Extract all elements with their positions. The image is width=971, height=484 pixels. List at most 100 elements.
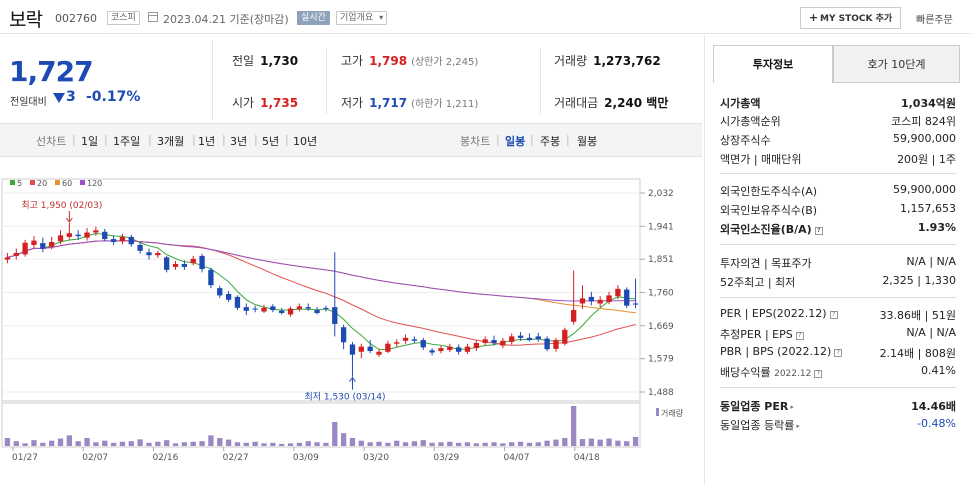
stat-open: 시가 1,735: [232, 96, 299, 110]
volume-bar: [447, 441, 453, 446]
info-pbr: PBR | BPS (2022.12)? 2.14배 | 808원: [720, 345, 956, 360]
candle-body: [509, 336, 515, 342]
candle-body: [13, 252, 19, 256]
candle-body: [75, 234, 81, 237]
candle-body: [385, 343, 391, 352]
period-3y[interactable]: 3년: [230, 133, 247, 149]
info-industry-per[interactable]: 동일업종 PER ▸ 14.46배: [720, 398, 956, 414]
stock-code: 002760: [55, 12, 97, 25]
volume-bar: [164, 440, 170, 446]
candle-body: [217, 288, 223, 296]
y-axis-labels: 2,032 1,941 1,851 1,760 1,669 1,579 1,488: [648, 189, 674, 398]
volume-bar: [119, 441, 126, 446]
info-cap-rank: 시가총액순위 코스피 824위: [720, 115, 956, 128]
ma-legend-label: 20: [37, 179, 47, 188]
volume-bar: [624, 441, 630, 446]
candle-body: [455, 347, 462, 352]
volume-bar: [190, 441, 196, 446]
volume-bar: [615, 440, 621, 446]
info-industry-rate[interactable]: 동일업종 등락률 ▸ -0.48%: [720, 417, 956, 433]
volume-bar: [464, 442, 471, 446]
volume-bar: [473, 443, 479, 446]
stat-high: 고가 1,798 (상한가 2,245): [341, 54, 479, 68]
stat-low: 저가 1,717 (하한가 1,211): [341, 96, 479, 110]
down-arrow-icon: [53, 93, 65, 103]
volume-bar: [296, 442, 303, 446]
candle-body: [429, 350, 435, 353]
candle-body: [579, 298, 586, 304]
volume-bar: [4, 438, 11, 446]
volume-bar: [314, 442, 320, 446]
candle-body: [234, 296, 241, 308]
candle-body: [411, 339, 418, 341]
volume-bar: [632, 436, 639, 446]
candle-body: [420, 340, 426, 348]
ma-legend-swatch: [55, 180, 60, 185]
volume-bar: [261, 443, 267, 446]
volume-bar: [562, 438, 568, 446]
info-foreign-ratio: 외국인소진율(B/A)? 1.93%: [720, 221, 956, 236]
candle-body: [553, 340, 559, 349]
low-annotation: 최저 1,530 (03/14): [304, 392, 385, 403]
quick-order-button[interactable]: 빠른주문: [916, 11, 953, 26]
candle-body: [243, 307, 249, 311]
x-tick-label: 02/16: [152, 453, 178, 463]
period-10y[interactable]: 10년: [293, 133, 317, 149]
period-1w[interactable]: 1주일: [113, 133, 140, 149]
volume-bar: [429, 442, 435, 446]
period-weekly[interactable]: 주봉: [540, 133, 560, 149]
period-monthly[interactable]: 월봉: [577, 133, 597, 149]
volume-bar: [402, 442, 409, 446]
period-5y[interactable]: 5년: [262, 133, 279, 149]
volume-bar: [588, 438, 594, 446]
candle-body: [447, 346, 453, 350]
period-1y[interactable]: 1년: [198, 133, 215, 149]
stock-chart[interactable]: 5 20 60 120 2,032 1,941 1,851 1,760 1,669 1,579 1…: [0, 157, 702, 484]
candle-body: [482, 339, 488, 343]
volume-bar: [526, 442, 533, 446]
stock-name: 보락: [9, 9, 43, 31]
candle-body: [340, 327, 347, 343]
candle-body: [349, 344, 356, 355]
help-icon[interactable]: ?: [814, 227, 823, 235]
help-icon[interactable]: ?: [829, 311, 838, 319]
volume-bar: [49, 440, 55, 446]
help-icon[interactable]: ?: [795, 332, 804, 340]
company-overview-dropdown[interactable]: 기업개요: [336, 11, 388, 25]
candle-body: [190, 258, 196, 264]
period-3m[interactable]: 3개월: [157, 133, 184, 149]
volume-bar: [305, 441, 311, 446]
add-mystock-button[interactable]: + MY STOCK 추가: [800, 7, 901, 29]
period-daily[interactable]: 일봉: [505, 133, 525, 149]
candle-body: [261, 307, 267, 312]
tab-investment-info[interactable]: 투자정보: [713, 45, 833, 83]
candle-body: [606, 295, 612, 303]
y-tick-label: 1,579: [648, 355, 674, 365]
y-tick-label: 1,851: [648, 255, 674, 265]
tab-quote-10[interactable]: 호가 10단계: [833, 45, 960, 83]
volume-bar: [482, 442, 488, 446]
help-icon[interactable]: ?: [834, 349, 843, 357]
volume-bar: [31, 440, 37, 446]
volume-bar: [217, 438, 223, 446]
candle-body: [128, 236, 134, 245]
period-1d[interactable]: 1일: [81, 133, 98, 149]
volume-frame: [1, 402, 641, 448]
volume-bar: [13, 441, 19, 446]
volume-bar: [234, 442, 241, 446]
investment-info-panel: 투자정보 호가 10단계 시가총액 1,034억원 시가총액순위 코스피 824위 …: [713, 45, 960, 484]
volume-bar: [172, 443, 179, 446]
info-opinion: 투자의견 | 목표주가 N/A | N/A: [720, 255, 956, 270]
realtime-button[interactable]: 실시간: [297, 11, 330, 25]
volume-label: 거래량: [661, 408, 684, 418]
candle-body: [296, 306, 303, 309]
candle-body: [49, 242, 55, 247]
info-52week: 52주최고 | 최저 2,325 | 1,330: [720, 274, 956, 289]
volume-bar: [349, 438, 356, 446]
volume-bar: [243, 442, 249, 446]
volume-bar: [340, 433, 347, 446]
info-foreign-hold: 외국인보유주식수(B) 1,157,653: [720, 202, 956, 217]
info-per: PER | EPS(2022.12)? 33.86배 | 51원: [720, 307, 956, 322]
help-icon[interactable]: ?: [814, 370, 823, 378]
volume-bar: [110, 442, 117, 446]
